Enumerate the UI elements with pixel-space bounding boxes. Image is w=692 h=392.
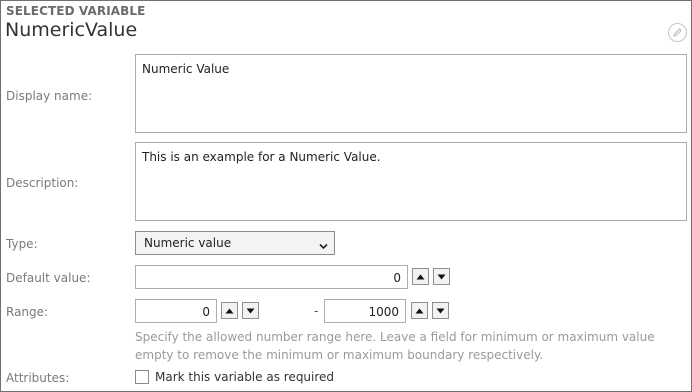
required-checkbox-label[interactable]: Mark this variable as required	[155, 370, 334, 384]
triangle-down-icon	[246, 308, 255, 313]
range-max-input[interactable]: 1000	[324, 299, 406, 323]
default-value-input[interactable]: 0	[135, 265, 408, 289]
section-title: SELECTED VARIABLE	[6, 4, 146, 18]
type-select[interactable]: Numeric value	[135, 231, 335, 255]
default-value-increment-button[interactable]	[412, 268, 429, 285]
type-label: Type:	[6, 237, 38, 251]
triangle-up-icon	[225, 308, 234, 313]
attributes-label: Attributes:	[6, 371, 70, 385]
range-help-text: Specify the allowed number range here. L…	[135, 330, 655, 362]
display-name-field[interactable]: Numeric Value	[135, 54, 687, 133]
range-min-decrement-button[interactable]	[242, 302, 259, 319]
selected-variable-panel: SELECTED VARIABLE NumericValue Display n…	[0, 0, 692, 392]
edit-icon[interactable]	[668, 23, 687, 42]
triangle-down-icon	[437, 274, 446, 279]
variable-name: NumericValue	[5, 19, 138, 41]
triangle-up-icon	[415, 308, 424, 313]
required-checkbox[interactable]	[135, 370, 149, 384]
range-label: Range:	[6, 305, 49, 319]
range-min-increment-button[interactable]	[221, 302, 238, 319]
chevron-down-icon	[319, 239, 328, 253]
description-label: Description:	[6, 176, 79, 190]
range-min-input[interactable]: 0	[135, 299, 217, 323]
triangle-down-icon	[436, 308, 445, 313]
default-value-label: Default value:	[6, 271, 91, 285]
range-max-increment-button[interactable]	[411, 302, 428, 319]
range-max-decrement-button[interactable]	[432, 302, 449, 319]
description-field[interactable]: This is an example for a Numeric Value.	[135, 142, 687, 221]
display-name-label: Display name:	[6, 89, 93, 103]
type-select-value: Numeric value	[144, 236, 232, 250]
range-separator: -	[314, 304, 319, 318]
default-value-decrement-button[interactable]	[433, 268, 450, 285]
triangle-up-icon	[416, 274, 425, 279]
